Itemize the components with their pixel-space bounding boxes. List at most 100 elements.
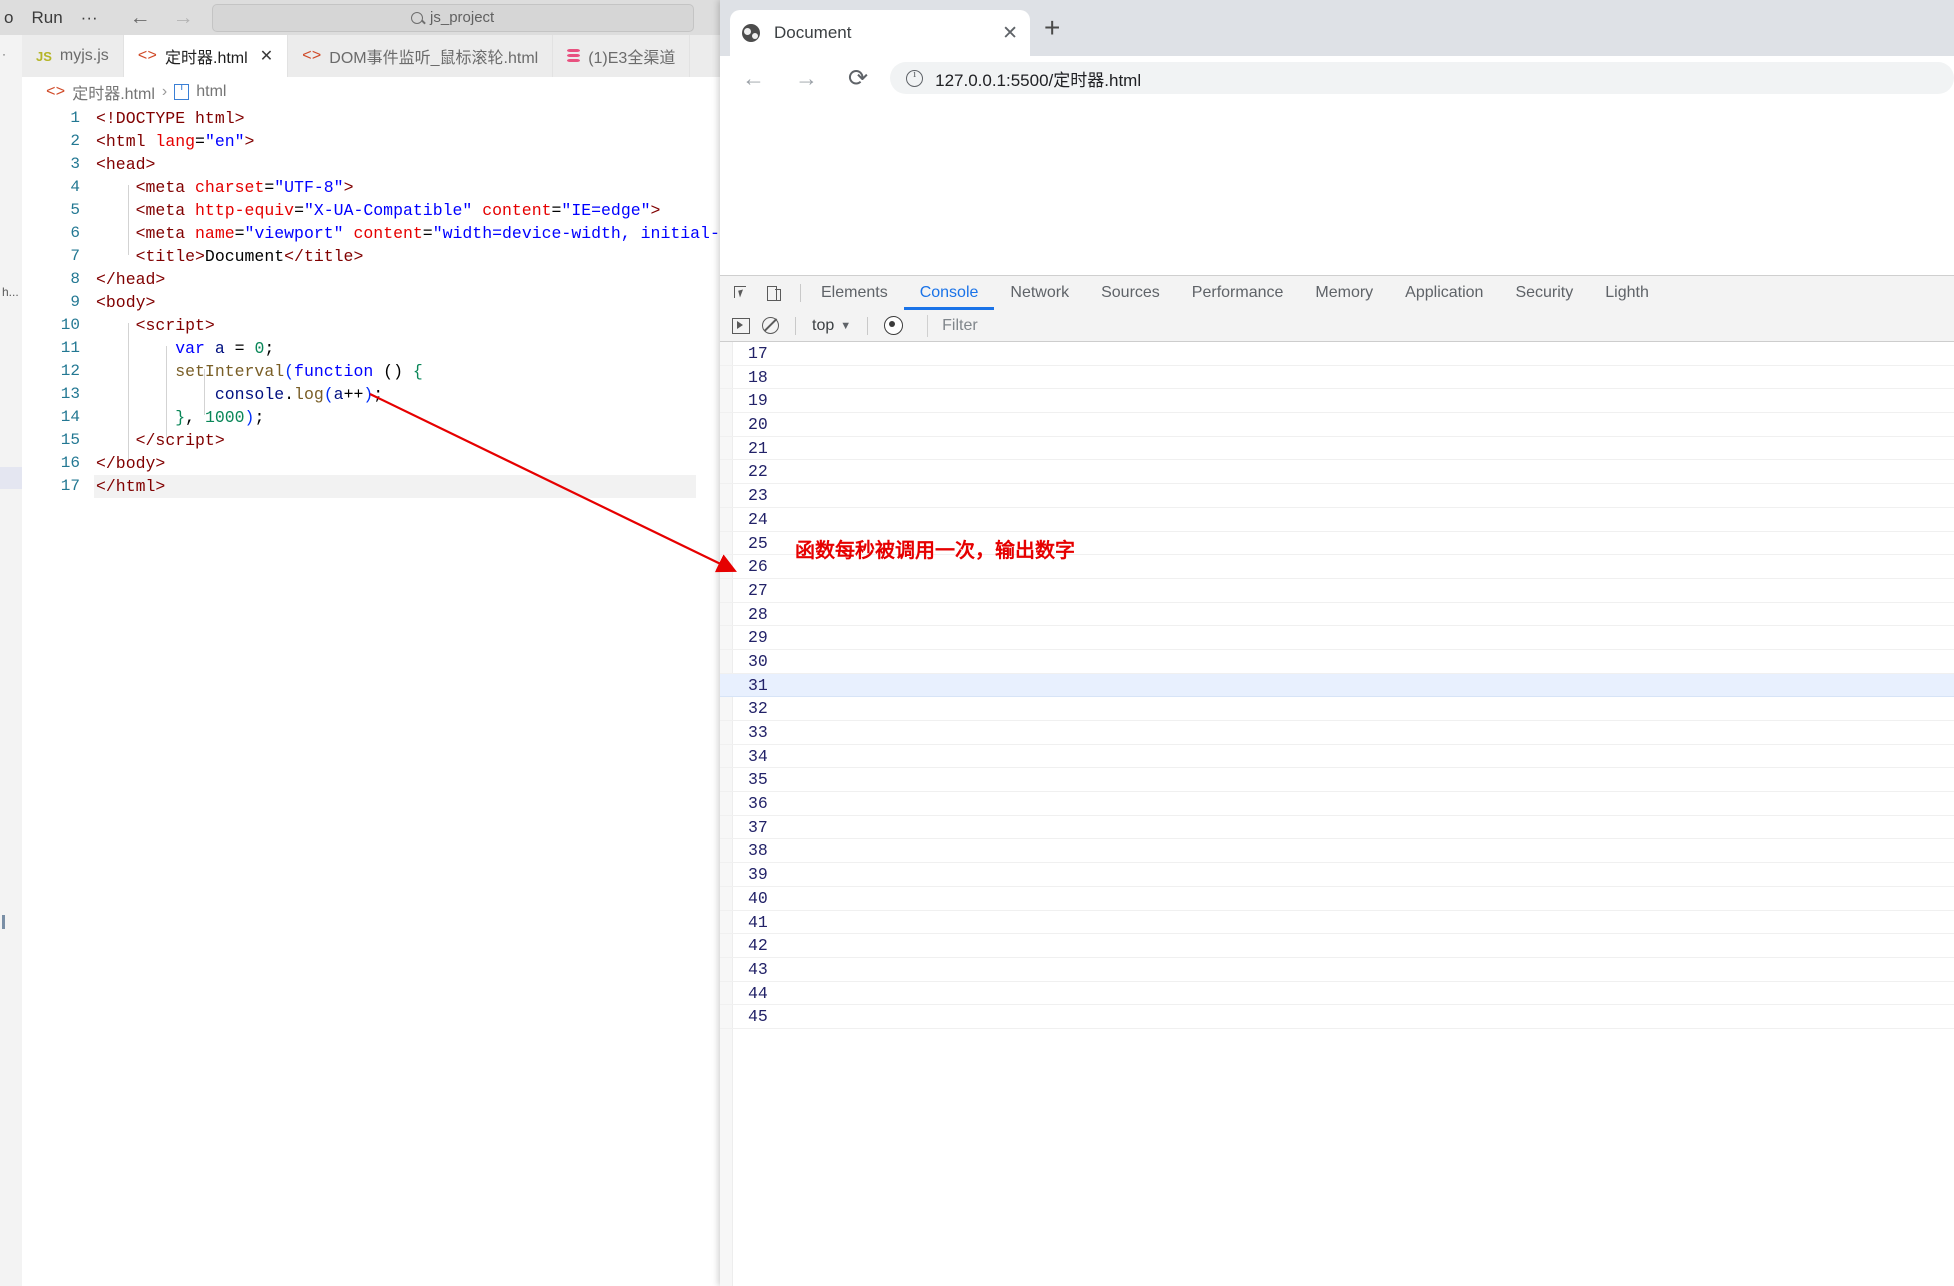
console-log-row[interactable]: 43 [720, 958, 1954, 982]
line-number: 10 [60, 316, 80, 334]
code-text: </head> [96, 270, 166, 289]
console-log-row[interactable]: 39 [720, 863, 1954, 887]
line-number: 1 [70, 109, 80, 127]
console-log-row[interactable]: 45 [720, 1005, 1954, 1029]
devtools-tab-elements[interactable]: Elements [805, 276, 904, 310]
console-log-row[interactable]: 36 [720, 792, 1954, 816]
annotation-text: 函数每秒被调用一次，输出数字 [795, 540, 1075, 562]
breadcrumb-file[interactable]: 定时器.html [72, 80, 155, 104]
browser-window: Document ✕ + ← → ⟳ 127.0.0.1:5500/定时器.ht… [720, 0, 1954, 1286]
console-log-row[interactable]: 28 [720, 603, 1954, 627]
divider [867, 316, 869, 335]
line-number: 16 [60, 454, 80, 472]
editor-tab-timer-html[interactable]: <> 定时器.html ✕ [123, 35, 289, 77]
code-text: }, 1000); [175, 408, 265, 427]
editor-tab-e3[interactable]: (1)E3全渠道 [553, 35, 691, 77]
console-log-row[interactable]: 24 [720, 508, 1954, 532]
editor-tab-myjs[interactable]: JS myjs.js [22, 35, 124, 77]
code-text: <script> [135, 316, 215, 335]
device-toolbar-icon[interactable] [767, 285, 782, 301]
console-log-row[interactable]: 38 [720, 839, 1954, 864]
console-log-row[interactable]: 34 [720, 745, 1954, 769]
editor-tab-label: 定时器.html [165, 50, 248, 67]
editor-tab-label: myjs.js [59, 47, 109, 64]
devtools-tab-console[interactable]: Console [904, 276, 995, 310]
devtools-tab-network[interactable]: Network [994, 276, 1085, 310]
browser-tab-document[interactable]: Document ✕ [730, 10, 1030, 56]
devtools-tab-application[interactable]: Application [1389, 276, 1499, 310]
devtools-tab-performance[interactable]: Performance [1176, 276, 1300, 310]
editor-tab-dom-events[interactable]: <> DOM事件监听_鼠标滚轮.html [288, 35, 554, 77]
search-value: js_project [430, 9, 495, 26]
divider [800, 284, 801, 302]
devtools-tab-lighth[interactable]: Lighth [1589, 276, 1665, 310]
console-log-row[interactable]: 32 [720, 697, 1954, 721]
devtools-tab-sources[interactable]: Sources [1085, 276, 1176, 310]
strip-selected-row[interactable] [0, 467, 22, 489]
console-log-row[interactable]: 42 [720, 934, 1954, 958]
console-log-row[interactable]: 29 [720, 626, 1954, 650]
devtools-tab-security[interactable]: Security [1499, 276, 1589, 310]
filter-input[interactable]: Filter [927, 314, 1954, 337]
menu-item-run[interactable]: Run [31, 8, 62, 28]
console-log-row[interactable]: 31 [720, 673, 1954, 698]
console-log-row[interactable]: 17 [720, 342, 1954, 366]
console-log-row[interactable]: 22 [720, 460, 1954, 485]
console-log-row[interactable]: 33 [720, 721, 1954, 745]
code-text: <head> [96, 155, 156, 174]
breadcrumb-separator: › [161, 83, 168, 100]
inspect-element-icon[interactable] [734, 285, 749, 301]
console-log-row[interactable]: 44 [720, 982, 1954, 1006]
context-selector[interactable]: top ▼ [812, 317, 851, 335]
console-log-row[interactable]: 27 [720, 579, 1954, 603]
console-log-row[interactable]: 37 [720, 816, 1954, 840]
devtools-tab-memory[interactable]: Memory [1299, 276, 1389, 310]
reload-icon[interactable]: ⟳ [848, 64, 868, 93]
line-number: 15 [60, 431, 80, 449]
screen-root: o Run ··· ← → js_project · h... JS myjs.… [0, 0, 1954, 1286]
back-arrow-icon[interactable]: ← [130, 6, 151, 30]
forward-arrow-icon[interactable]: → [173, 6, 194, 30]
line-number: 5 [70, 201, 80, 219]
close-icon[interactable]: ✕ [260, 46, 273, 66]
line-number: 4 [70, 178, 80, 196]
code-text: <title>Document</title> [135, 247, 364, 266]
code-text: console.log(a++); [214, 385, 384, 404]
code-text: <meta http-equiv="X-UA-Compatible" conte… [135, 201, 661, 220]
info-circle-icon[interactable] [906, 68, 924, 87]
new-tab-button[interactable]: + [1044, 14, 1060, 42]
console-log-row[interactable]: 21 [720, 437, 1954, 461]
clear-console-icon[interactable] [762, 317, 779, 334]
execute-icon[interactable] [732, 317, 750, 334]
forward-arrow-icon[interactable]: → [795, 65, 818, 92]
back-arrow-icon[interactable]: ← [742, 65, 765, 92]
search-icon [411, 11, 424, 24]
explorer-strip: · h... [0, 35, 23, 1286]
console-log-row[interactable]: 23 [720, 484, 1954, 508]
console-log-row[interactable]: 18 [720, 366, 1954, 390]
devtools-panel: Elements Console Network Sources Performance… [720, 275, 1954, 1286]
menu-item-0[interactable]: o [4, 8, 13, 28]
console-log-row[interactable]: 19 [720, 389, 1954, 414]
editor-tab-label: (1)E3全渠道 [588, 50, 676, 67]
browser-tabstrip: Document ✕ + [720, 0, 1954, 56]
console-log-row[interactable]: 41 [720, 911, 1954, 935]
strip-mark-item: h... [2, 285, 19, 299]
console-log-row[interactable]: 35 [720, 768, 1954, 793]
menu-item-more[interactable]: ··· [81, 8, 98, 28]
database-icon [567, 48, 581, 64]
console-log-row[interactable]: 30 [720, 650, 1954, 674]
close-icon[interactable]: ✕ [1002, 22, 1018, 45]
devtools-tool-icons [720, 285, 796, 301]
code-text: var a = 0; [175, 339, 275, 358]
address-bar[interactable]: 127.0.0.1:5500/定时器.html [890, 62, 1954, 94]
line-number: 17 [60, 477, 80, 495]
console-output[interactable]: 17 18 19 20 21 22 23 24 25 26 27 28 29 30 31 32 33 34 35 36… [720, 342, 1954, 1286]
command-search-input[interactable]: js_project [211, 3, 694, 32]
breadcrumb-symbol[interactable]: html [196, 83, 226, 101]
console-log-row[interactable]: 40 [720, 887, 1954, 911]
live-expression-icon[interactable] [884, 316, 904, 335]
console-log-row[interactable]: 20 [720, 413, 1954, 437]
code-text: </html> [94, 475, 696, 498]
line-number: 8 [70, 270, 80, 288]
